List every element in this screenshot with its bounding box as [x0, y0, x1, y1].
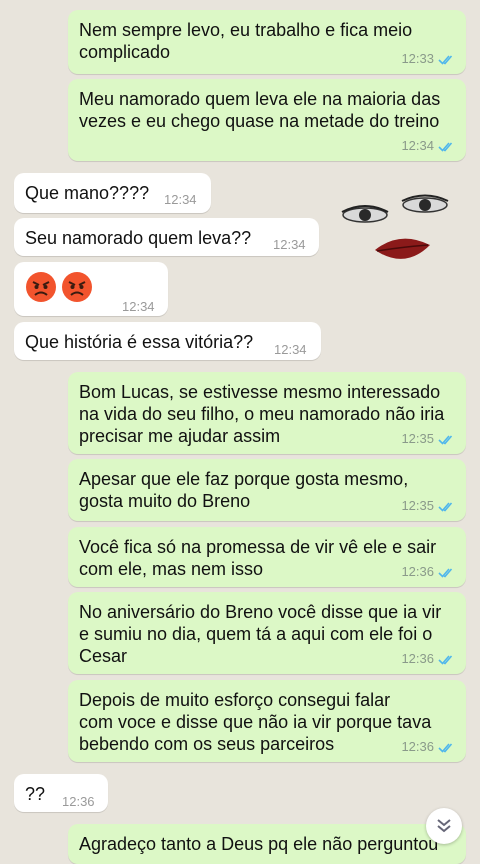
message-meta: 12:35 — [401, 428, 456, 450]
message-text: Meu namorado quem leva ele na maioria da… — [79, 89, 441, 131]
message-text: ?? — [25, 784, 46, 804]
message-meta: 12:34 — [401, 135, 456, 157]
chat-area[interactable]: Nem sempre levo, eu trabalho e fica meio… — [0, 0, 480, 864]
message-text: Depois de muito esforço consegui falar c… — [79, 690, 432, 754]
angry-face-icon — [62, 272, 92, 302]
double-check-icon — [438, 567, 453, 578]
outgoing-message[interactable]: Depois de muito esforço consegui falar c… — [68, 680, 466, 762]
message-time: 12:33 — [401, 51, 434, 66]
angry-face-icon — [26, 272, 56, 302]
incoming-message[interactable]: ?? 12:36 — [14, 774, 108, 812]
message-time: 12:36 — [62, 794, 95, 809]
message-meta: 12:36 — [401, 736, 456, 758]
message-time: 12:36 — [401, 564, 434, 579]
double-check-icon — [438, 654, 453, 665]
double-check-icon — [438, 141, 453, 152]
message-text: Agradeço tanto a Deus pq ele não pergunt… — [79, 834, 439, 854]
message-text: Você fica só na promessa de vir vê ele e… — [79, 537, 437, 579]
message-time: 12:35 — [401, 498, 434, 513]
outgoing-message[interactable]: Nem sempre levo, eu trabalho e fica meio… — [68, 10, 466, 74]
incoming-message[interactable]: Seu namorado quem leva?? 12:34 — [14, 218, 319, 256]
message-time: 12:36 — [401, 651, 434, 666]
message-time: 12:36 — [401, 739, 434, 754]
message-meta: 12:33 — [401, 48, 456, 70]
message-time: 12:35 — [401, 431, 434, 446]
outgoing-message[interactable]: Apesar que ele faz porque gosta mesmo, g… — [68, 459, 466, 521]
double-check-icon — [438, 54, 453, 65]
double-check-icon — [438, 501, 453, 512]
message-meta: 12:36 — [401, 561, 456, 583]
outgoing-message[interactable]: Você fica só na promessa de vir vê ele e… — [68, 527, 466, 587]
incoming-message[interactable]: Que história é essa vitória?? 12:34 — [14, 322, 321, 360]
incoming-message[interactable]: Que mano???? 12:34 — [14, 173, 211, 213]
message-time: 12:34 — [401, 138, 434, 153]
message-time: 12:34 — [122, 299, 155, 314]
message-time: 12:34 — [164, 192, 197, 207]
message-text: No aniversário do Breno você disse que i… — [79, 602, 442, 666]
message-text: Bom Lucas, se estivesse mesmo interessad… — [79, 382, 445, 446]
message-time: 12:34 — [274, 342, 307, 357]
message-meta: 12:36 — [401, 648, 456, 670]
message-text: Seu namorado quem leva?? — [25, 228, 252, 248]
double-check-icon — [438, 434, 453, 445]
outgoing-message[interactable]: No aniversário do Breno você disse que i… — [68, 592, 466, 674]
message-text: Que mano???? — [25, 183, 150, 203]
message-text: Nem sempre levo, eu trabalho e fica meio… — [79, 20, 413, 62]
message-text: Apesar que ele faz porque gosta mesmo, g… — [79, 469, 409, 511]
double-check-icon — [438, 742, 453, 753]
face-sticker[interactable] — [330, 185, 450, 275]
message-meta: 12:35 — [401, 495, 456, 517]
message-time: 12:34 — [273, 237, 306, 252]
outgoing-message[interactable]: Bom Lucas, se estivesse mesmo interessad… — [68, 372, 466, 454]
incoming-message[interactable]: 12:34 — [14, 262, 168, 316]
double-chevron-down-icon — [437, 819, 451, 833]
outgoing-message[interactable]: Meu namorado quem leva ele na maioria da… — [68, 79, 466, 161]
outgoing-message[interactable]: Agradeço tanto a Deus pq ele não pergunt… — [68, 824, 466, 864]
scroll-to-bottom-button[interactable] — [426, 808, 462, 844]
message-text: Que história é essa vitória?? — [25, 332, 254, 352]
